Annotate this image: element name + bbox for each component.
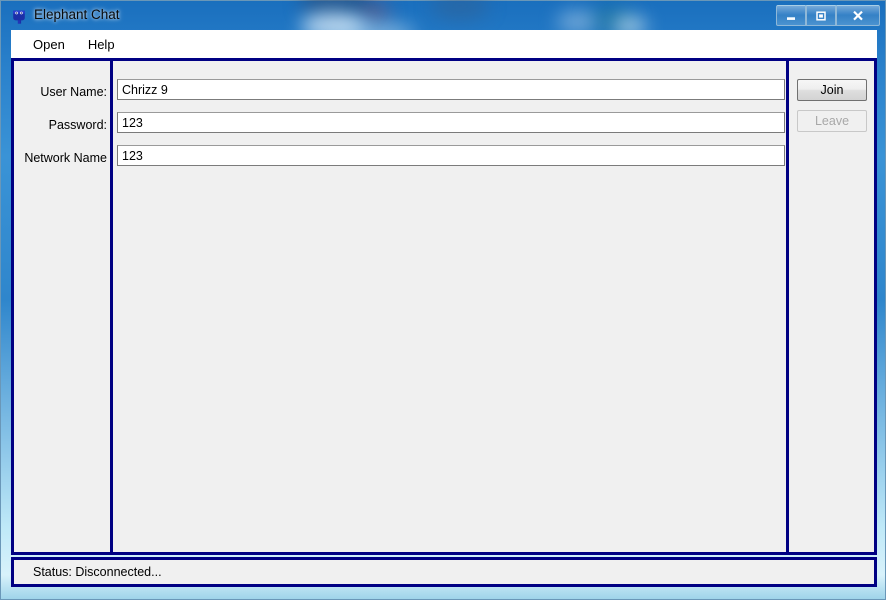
status-text: Status: Disconnected... (33, 565, 162, 579)
close-icon (853, 10, 863, 20)
menu-bar: Open Help (11, 30, 877, 58)
maximize-button[interactable] (806, 5, 836, 26)
content-area: User Name: Password: Network Name Join L… (11, 58, 877, 555)
close-button[interactable] (836, 5, 880, 26)
labels-panel: User Name: Password: Network Name (14, 61, 113, 552)
minimize-icon (787, 16, 795, 20)
minimize-button[interactable] (776, 5, 806, 26)
status-bar: Status: Disconnected... (11, 557, 877, 587)
join-button[interactable]: Join (797, 79, 867, 101)
user-name-input[interactable] (117, 79, 785, 100)
actions-panel: Join Leave (789, 61, 874, 552)
maximize-icon (816, 10, 826, 21)
network-name-input[interactable] (117, 145, 785, 166)
label-network-name: Network Name (24, 151, 107, 165)
fields-panel (113, 61, 789, 552)
application-window: Elephant Chat Open Help User Name: Passw… (0, 0, 886, 600)
leave-button: Leave (797, 110, 867, 132)
label-password: Password: (48, 118, 107, 132)
menu-item-open[interactable]: Open (24, 34, 74, 55)
label-user-name: User Name: (40, 85, 107, 99)
password-input[interactable] (117, 112, 785, 133)
elephant-icon (13, 10, 25, 24)
window-title: Elephant Chat (34, 7, 120, 22)
title-bar[interactable]: Elephant Chat (2, 2, 886, 30)
menu-item-help[interactable]: Help (79, 34, 124, 55)
